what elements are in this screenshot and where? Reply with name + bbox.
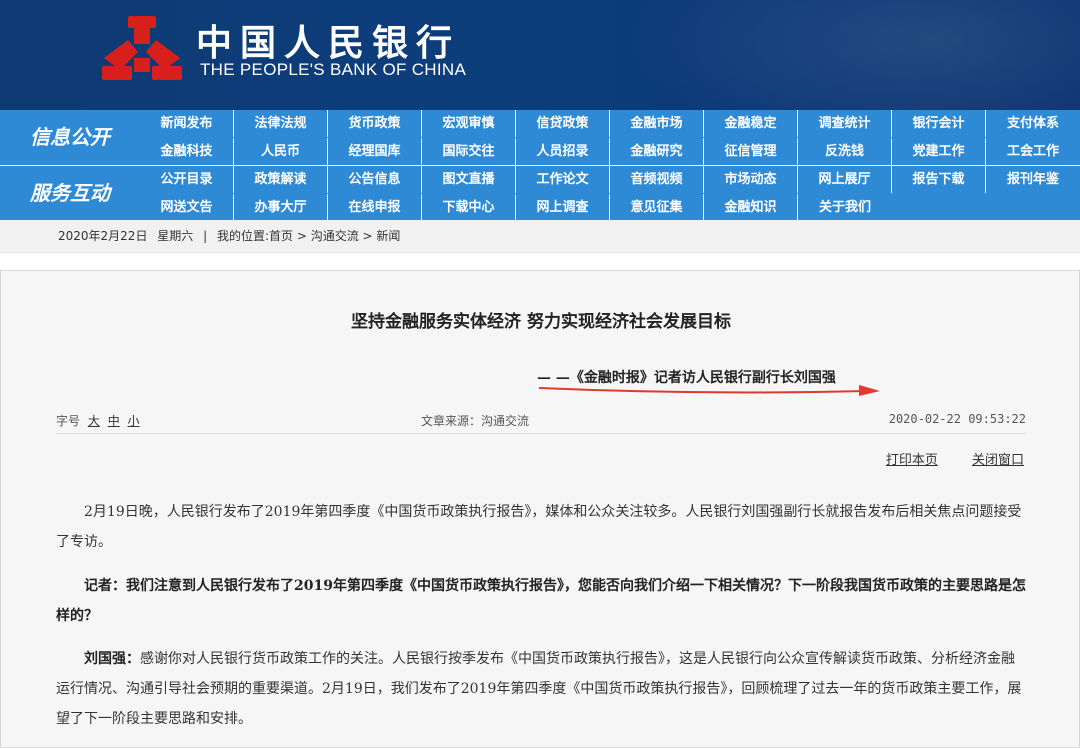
nav-link[interactable]: 货币政策 — [328, 110, 422, 137]
nav-link[interactable]: 国际交往 — [422, 138, 516, 165]
article-datetime: 2020-02-22 09:53:22 — [888, 412, 1026, 426]
answer-text: 感谢你对人民银行货币政策工作的关注。人民银行按季发布《中国货币政策执行报告》，这… — [56, 651, 1022, 727]
nav-link[interactable]: 公告信息 — [328, 166, 422, 193]
article-meta: 字号 大 中 小 文章来源：沟通交流 2020-02-22 09:53:22 — [56, 412, 1026, 434]
nav-link[interactable]: 调查统计 — [798, 110, 892, 137]
article-answer: 刘国强：感谢你对人民银行货币政策工作的关注。人民银行按季发布《中国货币政策执行报… — [56, 644, 1026, 734]
nav-link[interactable]: 意见征集 — [610, 194, 704, 221]
font-size-control: 字号 大 中 小 — [56, 412, 140, 429]
nav-link[interactable]: 征信管理 — [704, 138, 798, 165]
article-question: 记者：我们注意到人民银行发布了2019年第四季度《中国货币政策执行报告》，您能否… — [56, 578, 1026, 624]
nav-link[interactable]: 市场动态 — [704, 166, 798, 193]
nav-section-service: 服务互动 公开目录 政策解读 公告信息 图文直播 工作论文 音频视频 市场动态 … — [0, 165, 1080, 221]
close-window-link[interactable]: 关闭窗口 — [972, 453, 1024, 468]
nav-link[interactable]: 关于我们 — [798, 194, 892, 221]
font-size-medium[interactable]: 中 — [108, 414, 120, 428]
nav-link[interactable]: 工会工作 — [986, 138, 1080, 165]
nav-link[interactable]: 公开目录 — [140, 166, 234, 193]
nav-link[interactable]: 网上调查 — [516, 194, 610, 221]
nav-link[interactable]: 网送文告 — [140, 194, 234, 221]
red-arrow-icon — [538, 385, 880, 396]
bank-name-cn: 中国人民银行 — [196, 22, 461, 64]
nav-link[interactable]: 法律法规 — [234, 110, 328, 137]
nav-link[interactable]: 人民币 — [234, 138, 328, 165]
article-title: 坚持金融服务实体经济 努力实现经济社会发展目标 — [351, 312, 731, 332]
current-date: 2020年2月22日 — [58, 229, 148, 243]
article-source: 文章来源：沟通交流 — [421, 414, 530, 428]
print-page-link[interactable]: 打印本页 — [886, 453, 938, 468]
nav-link[interactable]: 新闻发布 — [140, 110, 234, 137]
nav-link[interactable]: 党建工作 — [892, 138, 986, 165]
nav-link[interactable]: 经理国库 — [328, 138, 422, 165]
font-size-label: 字号 — [56, 414, 81, 428]
breadcrumb-separator: | — [203, 229, 208, 243]
nav-link[interactable]: 工作论文 — [516, 166, 610, 193]
speaker-label: 刘国强： — [84, 651, 140, 667]
nav-section-title: 信息公开 — [30, 125, 110, 149]
nav-link[interactable]: 报刊年鉴 — [986, 166, 1080, 193]
nav-link[interactable]: 银行会计 — [892, 110, 986, 137]
font-size-small[interactable]: 小 — [128, 414, 140, 428]
nav-link[interactable]: 办事大厅 — [234, 194, 328, 221]
location-label: 我的位置: — [217, 229, 270, 243]
nav-link[interactable]: 金融研究 — [610, 138, 704, 165]
header-banner: 中国人民银行 THE PEOPLE'S BANK OF CHINA — [0, 0, 1080, 110]
nav-link[interactable]: 图文直播 — [422, 166, 516, 193]
nav-link[interactable]: 音频视频 — [610, 166, 704, 193]
nav-link[interactable]: 金融稳定 — [704, 110, 798, 137]
nav-link[interactable]: 报告下载 — [892, 166, 986, 193]
nav-link[interactable]: 政策解读 — [234, 166, 328, 193]
nav-link[interactable]: 在线申报 — [328, 194, 422, 221]
breadcrumb: 2020年2月22日 星期六 | 我的位置:首页 > 沟通交流 > 新闻 — [0, 220, 1080, 253]
nav-row: 公开目录 政策解读 公告信息 图文直播 工作论文 音频视频 市场动态 网上展厅 … — [140, 166, 1080, 193]
main-nav: 信息公开 新闻发布 法律法规 货币政策 宏观审慎 信贷政策 金融市场 金融稳定 … — [0, 110, 1080, 221]
nav-link[interactable]: 反洗钱 — [798, 138, 892, 165]
nav-link[interactable]: 支付体系 — [986, 110, 1080, 137]
nav-link[interactable]: 金融知识 — [704, 194, 798, 221]
current-weekday: 星期六 — [157, 229, 194, 243]
nav-link[interactable]: 下载中心 — [422, 194, 516, 221]
nav-link[interactable]: 网上展厅 — [798, 166, 892, 193]
font-size-large[interactable]: 大 — [88, 414, 100, 428]
pboc-emblem-icon[interactable] — [100, 14, 184, 84]
nav-link[interactable]: 人员招录 — [516, 138, 610, 165]
article-tools: 打印本页 关闭窗口 — [856, 449, 1024, 468]
nav-row: 金融科技 人民币 经理国库 国际交往 人员招录 金融研究 征信管理 反洗钱 党建… — [140, 138, 1080, 165]
nav-link[interactable]: 金融市场 — [610, 110, 704, 137]
bank-name-en: THE PEOPLE'S BANK OF CHINA — [200, 60, 467, 79]
breadcrumb-path[interactable]: 首页 > 沟通交流 > 新闻 — [269, 229, 400, 243]
nav-row: 网送文告 办事大厅 在线申报 下载中心 网上调查 意见征集 金融知识 关于我们 — [140, 194, 1080, 221]
nav-section-info: 信息公开 新闻发布 法律法规 货币政策 宏观审慎 信贷政策 金融市场 金融稳定 … — [0, 110, 1080, 165]
nav-row: 新闻发布 法律法规 货币政策 宏观审慎 信贷政策 金融市场 金融稳定 调查统计 … — [140, 110, 1080, 137]
nav-link[interactable]: 信贷政策 — [516, 110, 610, 137]
nav-link[interactable]: 宏观审慎 — [422, 110, 516, 137]
article-paragraph: 2月19日晚，人民银行发布了2019年第四季度《中国货币政策执行报告》，媒体和公… — [56, 504, 1022, 550]
nav-link[interactable]: 金融科技 — [140, 138, 234, 165]
nav-section-title: 服务互动 — [30, 181, 110, 205]
article-panel: 坚持金融服务实体经济 努力实现经济社会发展目标 — —《金融时报》记者访人民银行… — [0, 270, 1080, 748]
